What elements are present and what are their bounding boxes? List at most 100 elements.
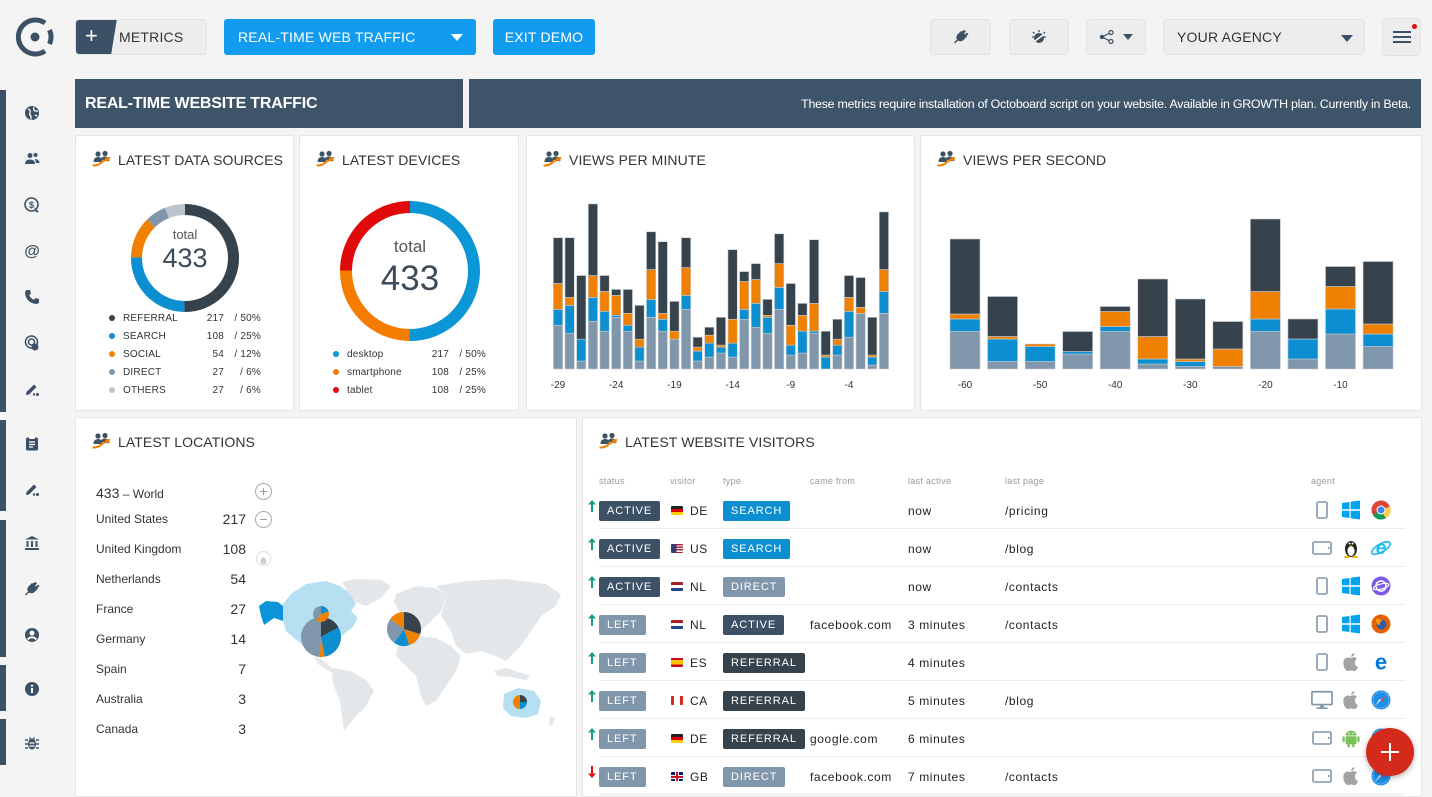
- map-region-indonesia[interactable]: [494, 668, 531, 680]
- bar-segment-direct[interactable]: [564, 332, 575, 370]
- bar-segment-referral[interactable]: [878, 211, 889, 270]
- last-page[interactable]: /contacts: [1005, 577, 1058, 597]
- bar-segment-referral[interactable]: [716, 317, 726, 346]
- sidebar-item-user[interactable]: [23, 626, 41, 644]
- bar-segment-social[interactable]: [987, 336, 1018, 340]
- visitor-row[interactable]: LEFT ES REFERRAL 4 minutes e: [583, 643, 1421, 681]
- bar-segment-referral[interactable]: [646, 231, 657, 270]
- bar-segment-referral[interactable]: [704, 326, 715, 336]
- sidebar-item-phone[interactable]: [23, 288, 41, 306]
- sidebar-item-edit[interactable]: [23, 380, 41, 398]
- last-page[interactable]: /contacts: [1005, 767, 1058, 787]
- bar-segment-direct[interactable]: [867, 364, 878, 370]
- bar-segment-social[interactable]: [1212, 348, 1244, 367]
- visitor-row[interactable]: ACTIVE DE SEARCH now/pricing: [583, 491, 1421, 529]
- came-from[interactable]: facebook.com: [810, 615, 892, 635]
- visitor-row[interactable]: LEFT GB DIRECT facebook.com 7 minutes/contac…: [583, 757, 1421, 795]
- bar-segment-referral[interactable]: [1362, 261, 1394, 325]
- bar-segment-direct[interactable]: [1362, 346, 1394, 370]
- sidebar-item-fingerprint[interactable]: [23, 334, 41, 352]
- bar-segment-direct[interactable]: [878, 313, 889, 370]
- bar-segment-social[interactable]: [750, 279, 761, 304]
- exit-demo-button[interactable]: EXIT DEMO: [493, 19, 595, 55]
- bar-segment-search[interactable]: [987, 338, 1018, 362]
- bar-segment-direct[interactable]: [949, 331, 981, 370]
- bar-segment-search[interactable]: [809, 330, 820, 334]
- zoom-out-button[interactable]: −: [255, 511, 272, 528]
- column-header-type[interactable]: type: [723, 476, 741, 486]
- bar-segment-referral[interactable]: [832, 318, 843, 340]
- column-header-came-from[interactable]: came from: [810, 476, 855, 486]
- bar-segment-direct[interactable]: [1212, 366, 1244, 370]
- bar-segment-referral[interactable]: [634, 305, 645, 340]
- bar-segment-social[interactable]: [832, 338, 843, 346]
- integrations-button[interactable]: [930, 19, 991, 55]
- bar-segment-social[interactable]: [622, 313, 633, 326]
- bar-segment-direct[interactable]: [587, 320, 598, 370]
- bar-segment-referral[interactable]: [657, 241, 668, 314]
- bar-segment-referral[interactable]: [855, 277, 866, 308]
- came-from[interactable]: google.com: [810, 729, 878, 749]
- insights-button[interactable]: [1009, 19, 1069, 55]
- sidebar-item-edit[interactable]: [23, 480, 41, 498]
- bar-segment-referral[interactable]: [599, 275, 610, 292]
- sidebar-item-info[interactable]: [23, 680, 41, 698]
- map-region-new-zealand[interactable]: [548, 716, 555, 726]
- bar-segment-search[interactable]: [1062, 351, 1093, 355]
- bar-segment-direct[interactable]: [844, 336, 854, 370]
- add-widget-button[interactable]: [1366, 728, 1414, 776]
- bar-segment-search[interactable]: [820, 356, 831, 370]
- legend-item[interactable]: OTHERS 27 6%: [109, 383, 261, 397]
- bar-segment-direct[interactable]: [1137, 363, 1169, 370]
- bar-segment-direct[interactable]: [553, 324, 563, 370]
- bar-segment-referral[interactable]: [727, 249, 738, 320]
- bar-segment-direct[interactable]: [727, 356, 738, 370]
- legend-item[interactable]: desktop 217 50%: [333, 347, 486, 361]
- bar-segment-search[interactable]: [774, 287, 785, 310]
- bar-segment-referral[interactable]: [1062, 331, 1093, 352]
- sidebar-item-revenue[interactable]: $: [23, 196, 41, 214]
- visitor-row[interactable]: ACTIVE NL DIRECT now/contacts: [583, 567, 1421, 605]
- map-home-button[interactable]: [256, 551, 271, 566]
- bar-segment-referral[interactable]: [820, 330, 831, 356]
- bar-segment-referral[interactable]: [762, 299, 773, 316]
- agency-select[interactable]: YOUR AGENCY: [1163, 19, 1365, 55]
- bar-segment-referral[interactable]: [611, 289, 622, 296]
- bar-segment-search[interactable]: [1325, 308, 1356, 335]
- share-button[interactable]: [1086, 19, 1146, 55]
- map-region-africa[interactable]: [396, 636, 461, 706]
- bar-segment-direct[interactable]: [1175, 366, 1206, 370]
- bar-segment-direct[interactable]: [762, 332, 773, 370]
- bar-segment-referral[interactable]: [1325, 266, 1356, 287]
- sidebar-item-bug[interactable]: [23, 734, 41, 752]
- came-from[interactable]: facebook.com: [810, 767, 892, 787]
- bar-segment-direct[interactable]: [669, 338, 680, 370]
- bar-segment-direct[interactable]: [1287, 358, 1319, 370]
- bar-segment-search[interactable]: [797, 330, 808, 354]
- bar-segment-direct[interactable]: [1325, 333, 1356, 370]
- bar-segment-referral[interactable]: [1175, 298, 1206, 360]
- bar-segment-direct[interactable]: [716, 352, 726, 370]
- bar-segment-social[interactable]: [599, 291, 610, 312]
- bar-segment-referral[interactable]: [1212, 321, 1244, 350]
- bar-segment-direct[interactable]: [622, 330, 633, 370]
- map-marker-europe[interactable]: [387, 612, 421, 646]
- bar-segment-referral[interactable]: [844, 275, 854, 298]
- bar-segment-social[interactable]: [657, 313, 668, 320]
- add-metrics-button[interactable]: + METRICS: [75, 19, 207, 55]
- bar-segment-referral[interactable]: [809, 239, 820, 304]
- location-row[interactable]: France 27: [96, 601, 246, 622]
- bar-segment-direct[interactable]: [832, 354, 843, 370]
- bar-segment-social[interactable]: [855, 307, 866, 314]
- bar-segment-social[interactable]: [681, 267, 691, 296]
- bar-segment-social[interactable]: [1175, 358, 1206, 362]
- bar-segment-referral[interactable]: [867, 317, 878, 356]
- bar-segment-search[interactable]: [576, 338, 587, 362]
- column-header-status[interactable]: status: [599, 476, 625, 486]
- location-row[interactable]: Spain 7: [96, 661, 246, 682]
- bar-segment-direct[interactable]: [1024, 361, 1056, 370]
- bar-segment-social[interactable]: [797, 315, 808, 332]
- column-header-last-page[interactable]: last page: [1005, 476, 1044, 486]
- bar-segment-direct[interactable]: [681, 309, 691, 370]
- main-menu-button[interactable]: [1382, 18, 1421, 56]
